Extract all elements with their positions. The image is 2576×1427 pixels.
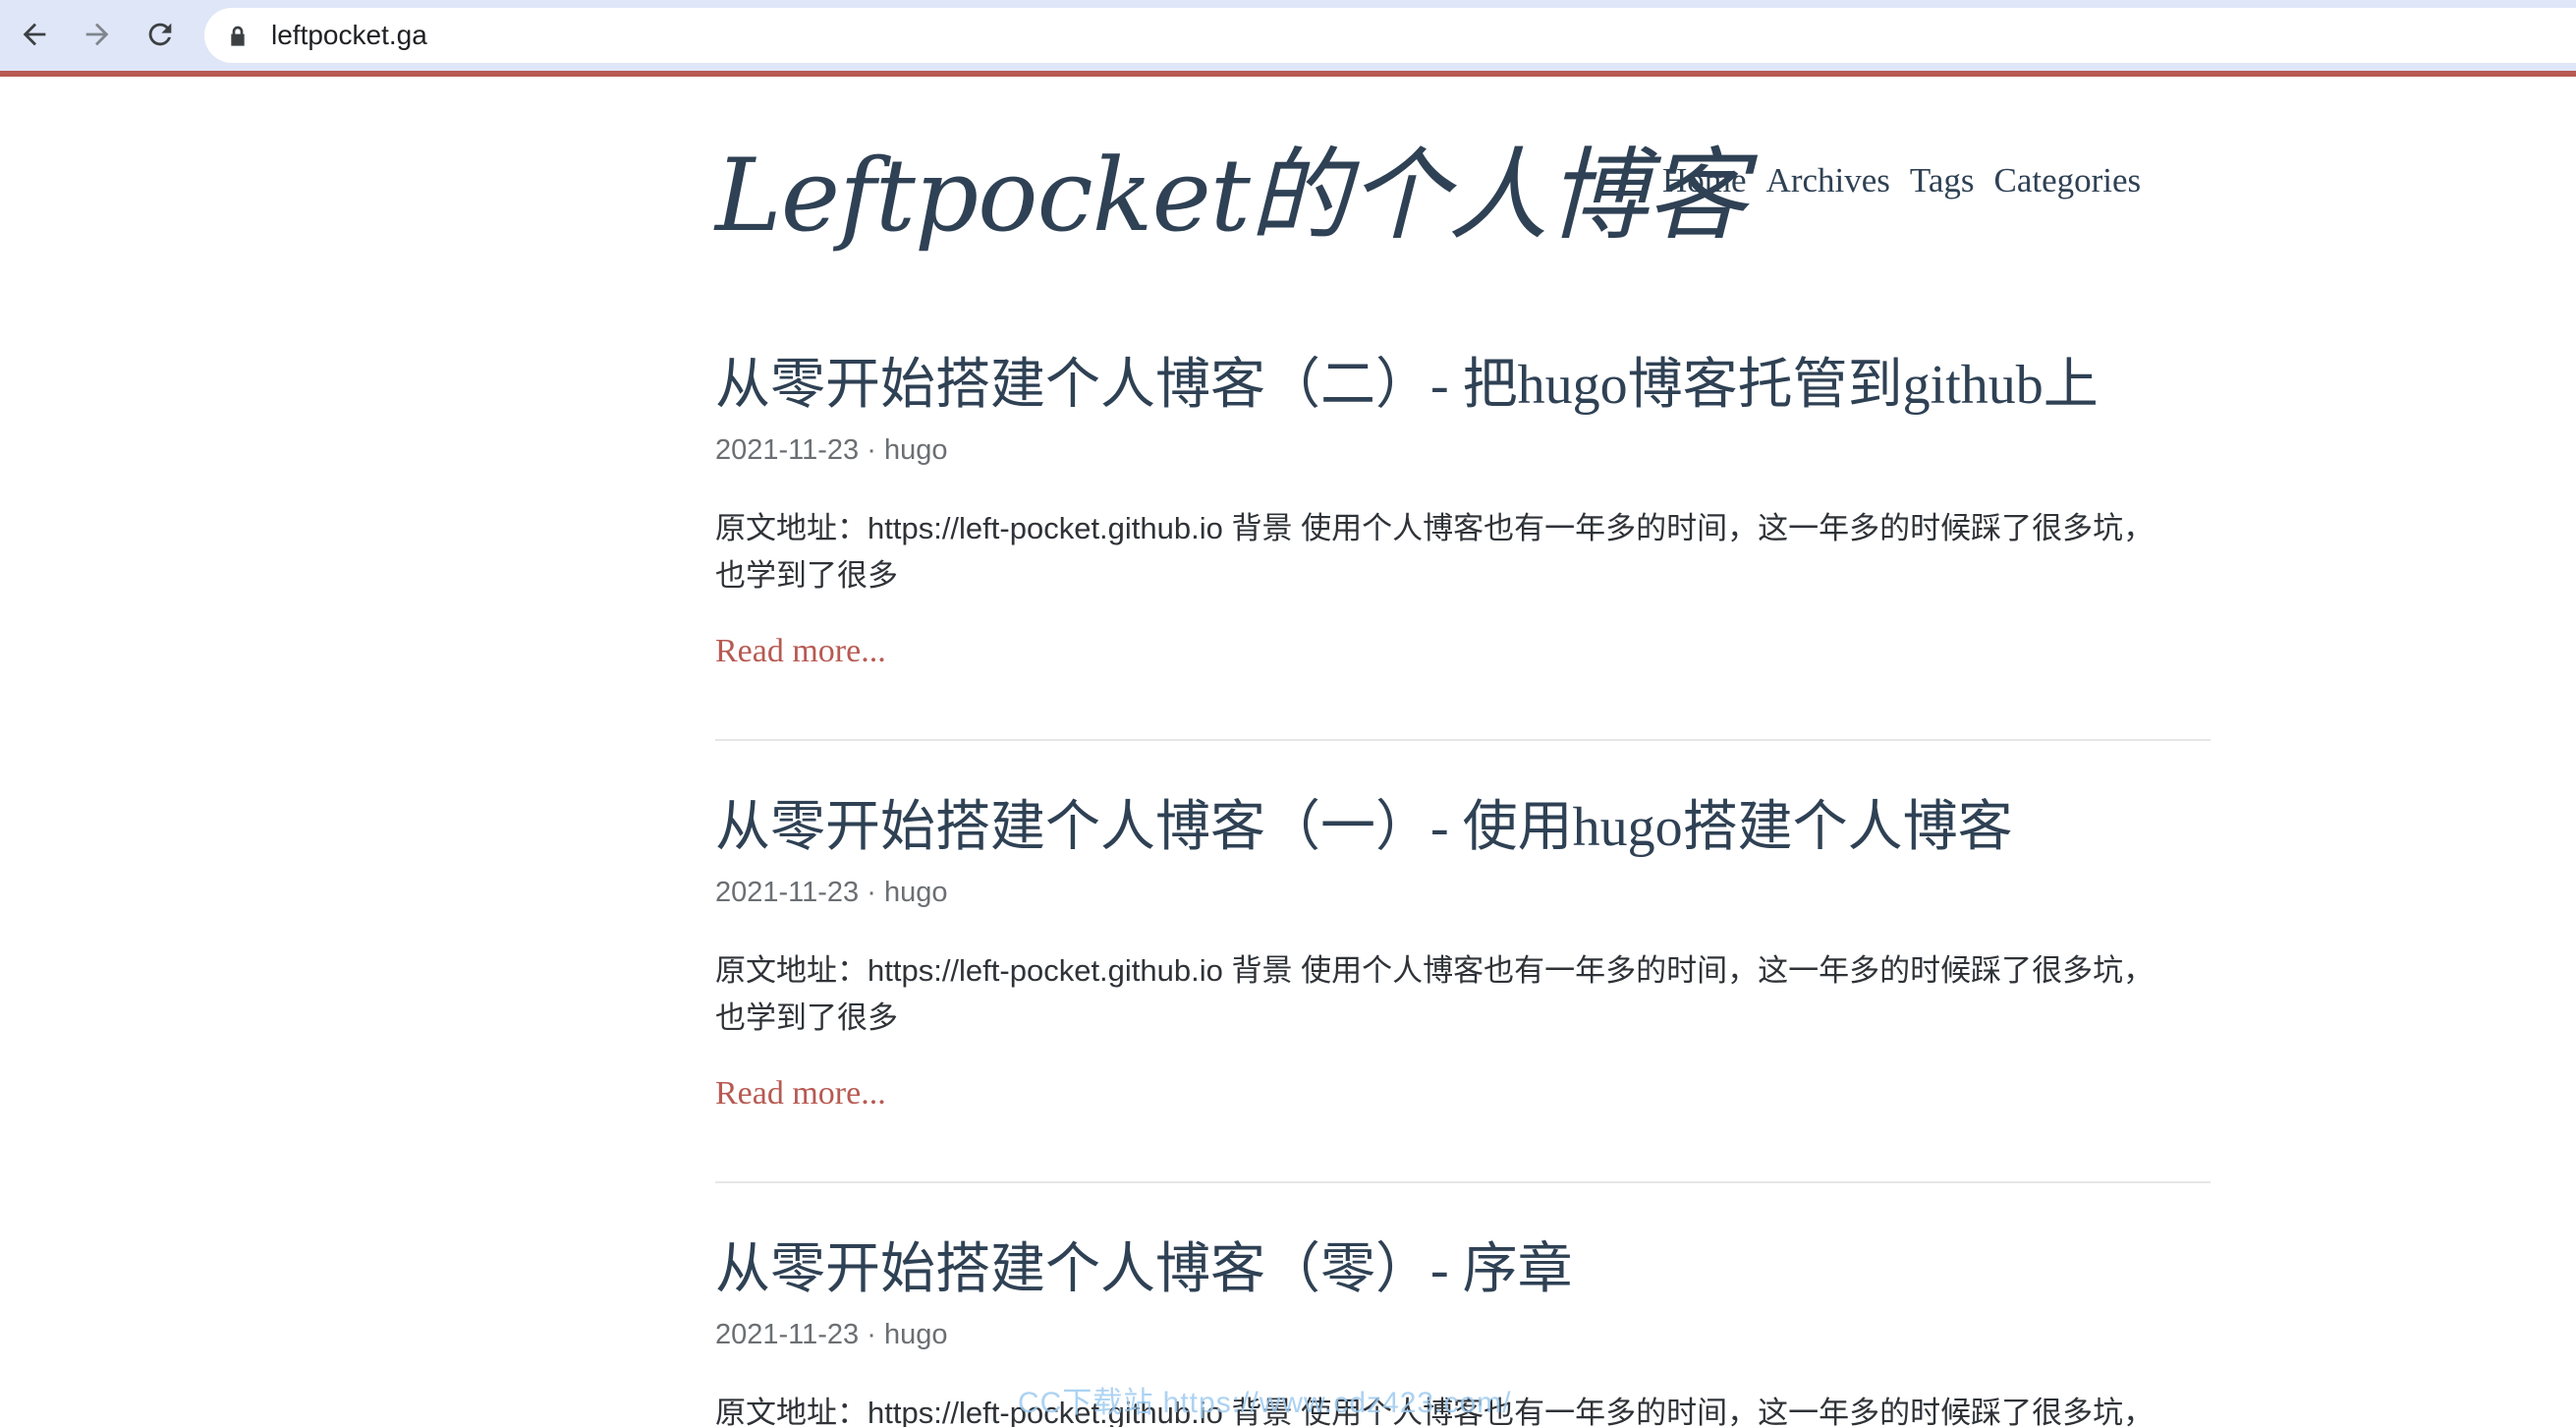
address-bar[interactable]: leftpocket.ga <box>204 8 2576 63</box>
post-summary: 原文地址：https://left-pocket.github.io 背景 使用… <box>715 953 2155 1035</box>
nav-home[interactable]: Home <box>1662 161 1747 200</box>
post-meta: 2021-11-23 · hugo <box>715 1319 948 1350</box>
site-title[interactable]: Leftpocket的个人博客 <box>715 128 1747 265</box>
post-item: 从零开始搭建个人博客（二）- 把hugo博客托管到github上 2021-11… <box>715 346 2211 670</box>
reload-icon[interactable] <box>138 12 183 57</box>
lock-icon <box>230 23 252 48</box>
watermark: CC下载站 https://www.cdz423.com/ <box>1018 1387 1512 1419</box>
blog-page: Leftpocket的个人博客 Home Archives Tags Categ… <box>0 77 2576 1427</box>
nav-categories[interactable]: Categories <box>1994 161 2142 200</box>
post-title[interactable]: 从零开始搭建个人博客（一）- 使用hugo搭建个人博客 <box>715 788 2211 867</box>
post-divider <box>715 739 2211 741</box>
main-nav: Home Archives Tags Categories <box>1662 151 2141 210</box>
nav-archives[interactable]: Archives <box>1766 161 1890 200</box>
browser-toolbar: leftpocket.ga <box>0 0 2576 71</box>
post-meta: 2021-11-23 · hugo <box>715 877 948 908</box>
forward-arrow-icon[interactable] <box>75 12 120 57</box>
post-meta: 2021-11-23 · hugo <box>715 434 948 466</box>
read-more-link[interactable]: Read more... <box>715 633 886 670</box>
post-item: 从零开始搭建个人博客（一）- 使用hugo搭建个人博客 2021-11-23 ·… <box>715 788 2211 1113</box>
post-title[interactable]: 从零开始搭建个人博客（零）- 序章 <box>715 1230 2211 1309</box>
back-arrow-icon[interactable] <box>12 12 57 57</box>
post-divider <box>715 1181 2211 1183</box>
url-text: leftpocket.ga <box>271 20 427 50</box>
post-title[interactable]: 从零开始搭建个人博客（二）- 把hugo博客托管到github上 <box>715 346 2211 425</box>
nav-tags[interactable]: Tags <box>1910 161 1975 200</box>
post-summary: 原文地址：https://left-pocket.github.io 背景 使用… <box>715 511 2155 593</box>
read-more-link[interactable]: Read more... <box>715 1075 886 1113</box>
